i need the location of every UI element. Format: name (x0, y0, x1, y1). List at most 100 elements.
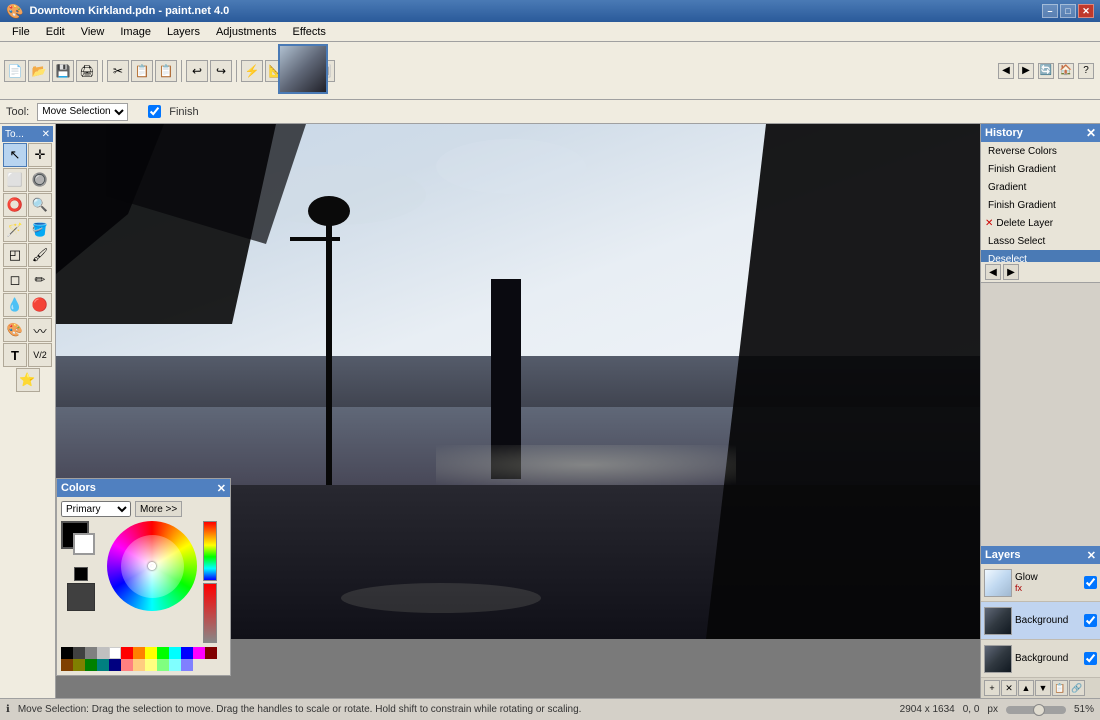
menu-effects[interactable]: Effects (285, 24, 334, 40)
history-undo-button[interactable]: ◀ (985, 264, 1001, 280)
tool-pencil[interactable]: ✏ (28, 268, 52, 292)
palette-light-red[interactable] (121, 659, 133, 671)
color-wheel[interactable] (107, 521, 197, 611)
toolbar-paste[interactable]: 📋 (155, 60, 177, 82)
layer-item-background-2[interactable]: Background (981, 640, 1100, 678)
toolbar-save[interactable]: 💾 (52, 60, 74, 82)
layer-vis-bg-2[interactable] (1084, 652, 1097, 665)
tool-text[interactable]: T (3, 343, 27, 367)
tool-move-selection[interactable]: ↖ (3, 143, 27, 167)
history-close-button[interactable]: ✕ (1086, 126, 1096, 140)
layers-move-up-button[interactable]: ▲ (1018, 680, 1034, 696)
palette-blue[interactable] (181, 647, 193, 659)
palette-red[interactable] (121, 647, 133, 659)
history-redo-button[interactable]: ▶ (1003, 264, 1019, 280)
palette-yellow[interactable] (145, 647, 157, 659)
colors-mode-select[interactable]: Primary Secondary (61, 501, 131, 517)
large-color-display[interactable] (67, 583, 95, 611)
colors-more-button[interactable]: More >> (135, 501, 182, 517)
menu-image[interactable]: Image (112, 24, 159, 40)
palette-dark-gray[interactable] (73, 647, 85, 659)
toolbar-new[interactable]: 📄 (4, 60, 26, 82)
tool-lasso-select[interactable]: 🔘 (28, 168, 52, 192)
palette-teal[interactable] (97, 659, 109, 671)
layers-move-down-button[interactable]: ▼ (1035, 680, 1051, 696)
history-item-gradient[interactable]: Gradient (981, 178, 1100, 196)
toolbar-copy[interactable]: 📋 (131, 60, 153, 82)
toolbar-undo[interactable]: ↩ (186, 60, 208, 82)
tool-select[interactable]: Move Selection (37, 103, 128, 121)
tool-zoom[interactable]: 🔍 (28, 193, 52, 217)
tool-move-pixels[interactable]: ✛ (28, 143, 52, 167)
menu-file[interactable]: File (4, 24, 38, 40)
zoom-bar[interactable] (1006, 706, 1066, 714)
palette-black[interactable] (61, 647, 73, 659)
palette-magenta[interactable] (193, 647, 205, 659)
menu-edit[interactable]: Edit (38, 24, 73, 40)
layer-vis-glow[interactable] (1084, 576, 1097, 589)
palette-cyan[interactable] (169, 647, 181, 659)
colors-close-button[interactable]: ✕ (217, 482, 226, 495)
hue-slider[interactable] (203, 521, 217, 581)
palette-dark-orange[interactable] (61, 659, 73, 671)
tool-eraser[interactable]: ◻ (3, 268, 27, 292)
palette-light-orange[interactable] (133, 659, 145, 671)
tool-color-picker[interactable]: 💧 (3, 293, 27, 317)
toolbar-cut[interactable]: ✂ (107, 60, 129, 82)
tool-clone-stamp[interactable]: 🔴 (28, 293, 52, 317)
history-item-finish-gradient-2[interactable]: Finish Gradient (981, 196, 1100, 214)
palette-olive[interactable] (73, 659, 85, 671)
tool-paintbrush[interactable]: 🖌 (28, 243, 52, 267)
palette-light-cyan[interactable] (169, 659, 181, 671)
layers-merge-button[interactable]: 🔗 (1069, 680, 1085, 696)
menu-view[interactable]: View (73, 24, 113, 40)
history-item-lasso-select[interactable]: Lasso Select (981, 232, 1100, 250)
close-button[interactable]: ✕ (1078, 4, 1094, 18)
zoom-thumb[interactable] (1033, 704, 1045, 716)
layer-item-background-1[interactable]: Background (981, 602, 1100, 640)
toolbar-help-home[interactable]: 🏠 (1058, 63, 1074, 79)
toolbar-help-nav[interactable]: ◀ (998, 63, 1014, 79)
palette-dark-green[interactable] (85, 659, 97, 671)
tool-ellipse-select[interactable]: ⭕ (3, 193, 27, 217)
palette-green[interactable] (157, 647, 169, 659)
layers-delete-button[interactable]: ✕ (1001, 680, 1017, 696)
palette-light-green[interactable] (157, 659, 169, 671)
tool-shapes[interactable]: V/2 (28, 343, 52, 367)
tool-gradient[interactable]: ◰ (3, 243, 27, 267)
toolbar-redo[interactable]: ↪ (210, 60, 232, 82)
tool-recolor[interactable]: 🎨 (3, 318, 27, 342)
history-item-reverse-colors[interactable]: Reverse Colors (981, 142, 1100, 160)
finish-check[interactable] (148, 105, 161, 118)
palette-light-yellow[interactable] (145, 659, 157, 671)
tool-line[interactable]: ⭐ (16, 368, 40, 392)
layer-vis-bg-1[interactable] (1084, 614, 1097, 627)
palette-orange[interactable] (133, 647, 145, 659)
history-item-delete-layer[interactable]: ✕ Delete Layer (981, 214, 1100, 232)
toolbar-help-question[interactable]: ? (1078, 63, 1094, 79)
palette-silver[interactable] (97, 647, 109, 659)
image-thumbnail[interactable] (278, 44, 328, 94)
menu-adjustments[interactable]: Adjustments (208, 24, 285, 40)
maximize-button[interactable]: □ (1060, 4, 1076, 18)
toolbar-print[interactable]: 🖨 (76, 60, 98, 82)
layer-item-glow[interactable]: Glow fx (981, 564, 1100, 602)
palette-dark-red[interactable] (205, 647, 217, 659)
history-item-finish-gradient-1[interactable]: Finish Gradient (981, 160, 1100, 178)
toolbar-crop[interactable]: ⚡ (241, 60, 263, 82)
layers-duplicate-button[interactable]: 📋 (1052, 680, 1068, 696)
foreground-color[interactable] (74, 567, 88, 581)
toolbar-help-forward[interactable]: ▶ (1018, 63, 1034, 79)
palette-white[interactable] (109, 647, 121, 659)
secondary-swatch[interactable] (73, 533, 95, 555)
menu-layers[interactable]: Layers (159, 24, 208, 40)
minimize-button[interactable]: – (1042, 4, 1058, 18)
tool-magic-wand[interactable]: 🪄 (3, 218, 27, 242)
tool-paint-bucket[interactable]: 🪣 (28, 218, 52, 242)
toolbar-help-refresh[interactable]: 🔄 (1038, 63, 1054, 79)
palette-navy[interactable] (109, 659, 121, 671)
toolbox-close-icon[interactable]: ✕ (42, 129, 50, 140)
toolbar-open[interactable]: 📂 (28, 60, 50, 82)
saturation-slider[interactable] (203, 583, 217, 643)
tool-smudge[interactable]: 〰 (28, 318, 52, 342)
